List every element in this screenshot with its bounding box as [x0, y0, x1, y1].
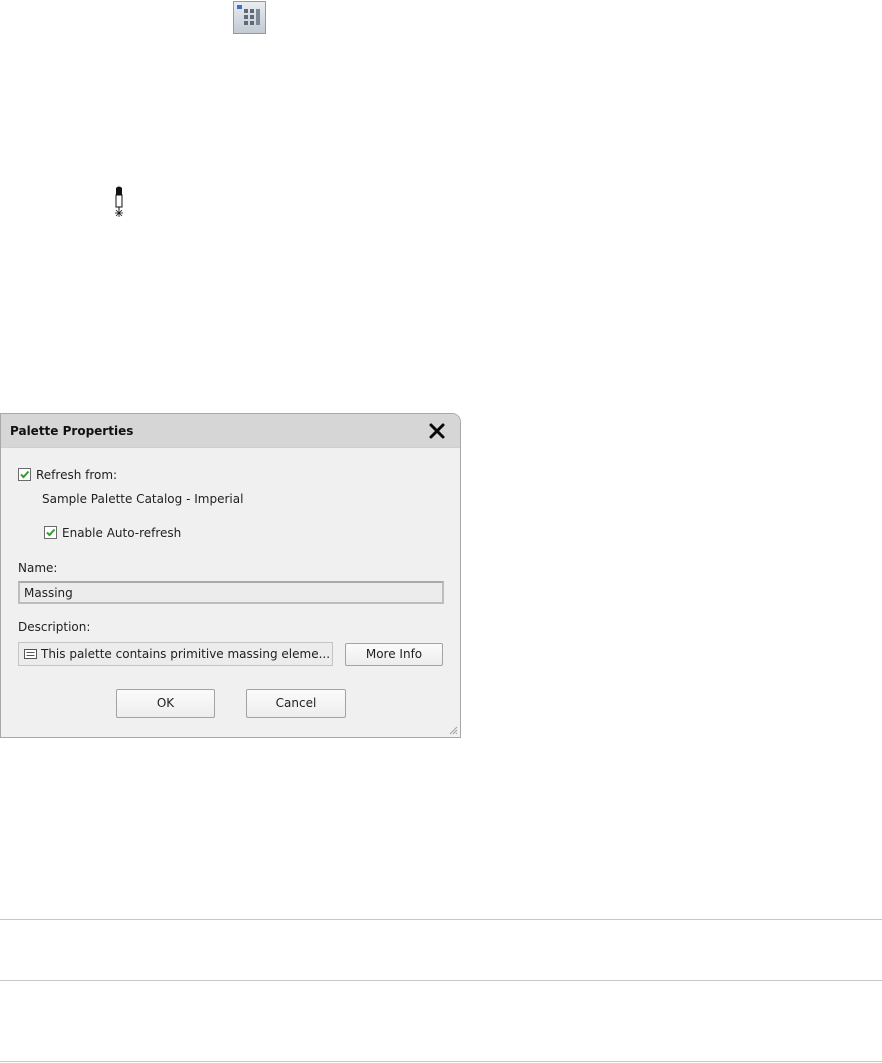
note-icon	[24, 649, 37, 659]
checkmark-icon	[20, 470, 30, 479]
name-field[interactable]: Massing	[18, 581, 444, 604]
palette-tool-icon[interactable]	[233, 1, 266, 34]
close-icon[interactable]	[426, 420, 448, 442]
refresh-from-label: Refresh from:	[36, 468, 118, 482]
divider-line	[0, 980, 882, 981]
ok-label: OK	[156, 696, 175, 710]
auto-refresh-checkbox[interactable]	[44, 526, 57, 539]
palette-properties-dialog: Palette Properties Refresh from: Sample …	[0, 413, 461, 738]
description-label: Description:	[18, 620, 91, 634]
dialog-title: Palette Properties	[10, 424, 134, 438]
more-info-label: More Info	[365, 647, 423, 661]
name-label: Name:	[18, 561, 58, 575]
dialog-titlebar[interactable]: Palette Properties	[1, 414, 460, 448]
resize-grip-icon[interactable]	[448, 725, 458, 735]
divider-line	[0, 1061, 882, 1062]
description-value: This palette contains primitive massing …	[41, 647, 331, 661]
cancel-button[interactable]: Cancel	[246, 689, 346, 718]
divider-line	[0, 919, 882, 920]
ok-button[interactable]: OK	[116, 689, 215, 718]
more-info-button[interactable]: More Info	[345, 643, 443, 666]
refresh-source-text: Sample Palette Catalog - Imperial	[42, 492, 244, 506]
auto-refresh-label: Enable Auto-refresh	[62, 526, 182, 540]
description-field[interactable]: This palette contains primitive massing …	[18, 642, 333, 666]
refresh-from-checkbox[interactable]	[18, 468, 31, 481]
cancel-label: Cancel	[275, 696, 317, 710]
checkmark-icon	[46, 528, 56, 537]
pin-icon	[112, 185, 126, 219]
